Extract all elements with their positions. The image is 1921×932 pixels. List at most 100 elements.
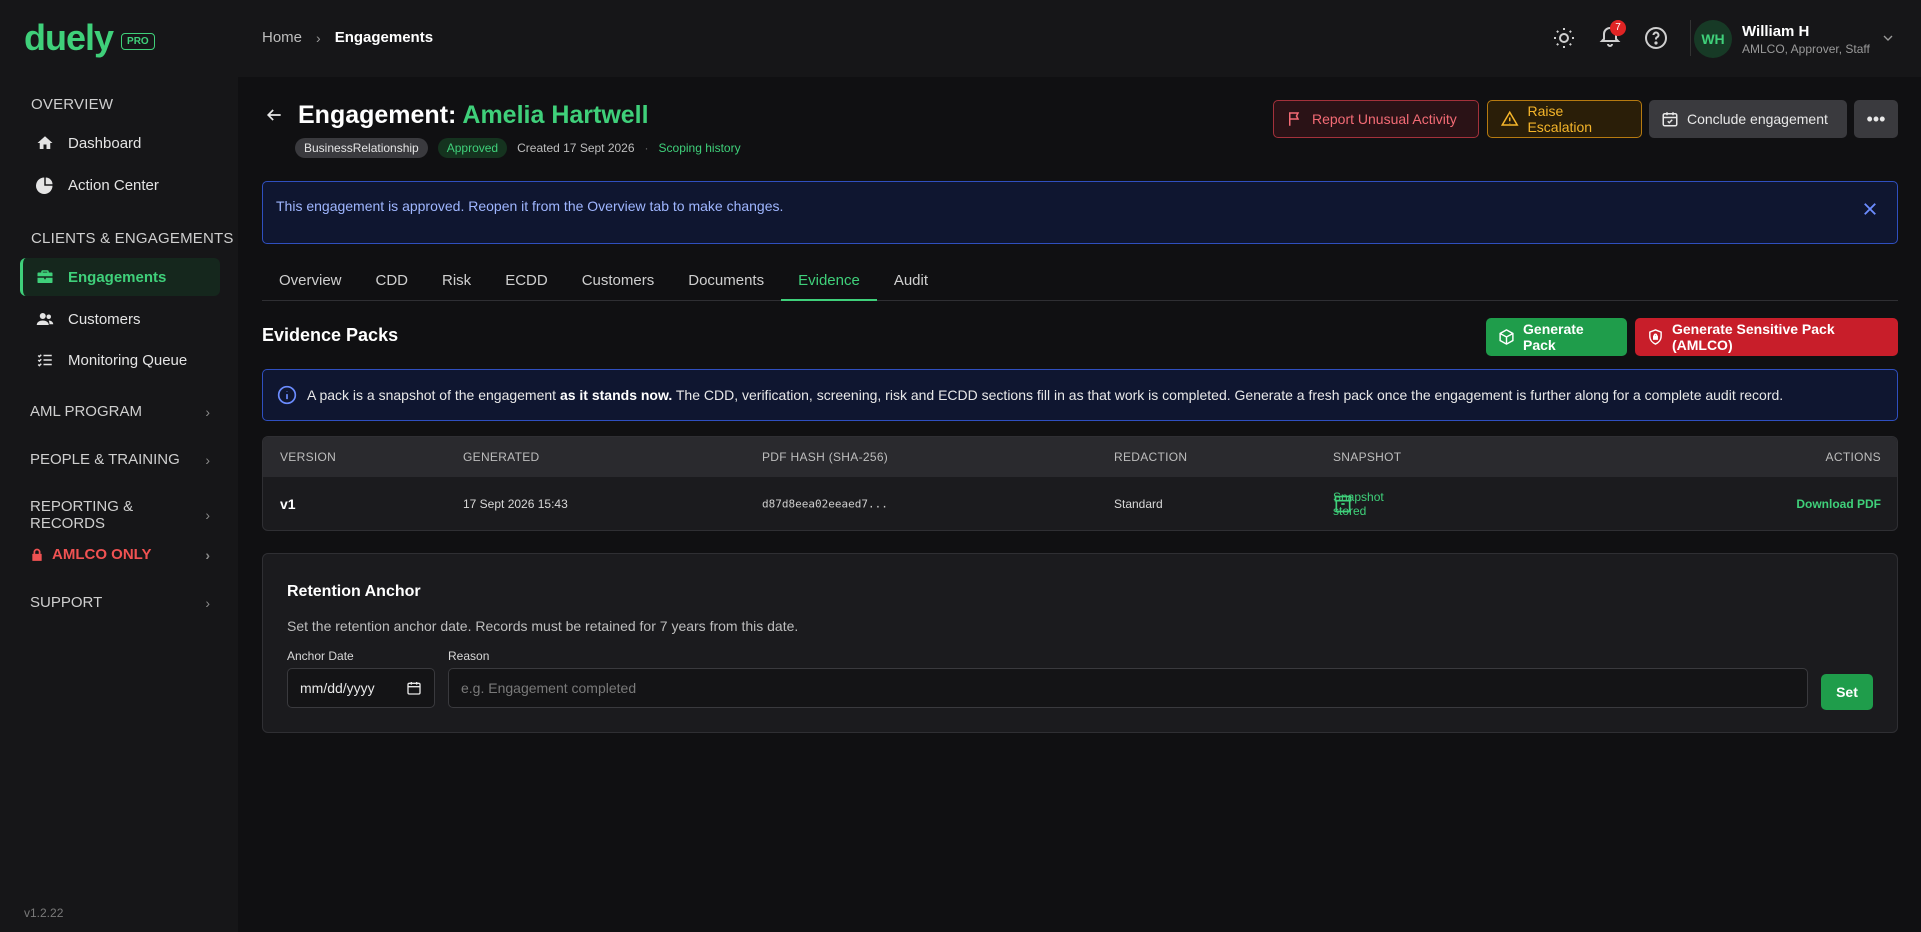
top-bar: Home › Engagements 7 WH William H AMLCO,… — [238, 0, 1921, 77]
tab-ecdd[interactable]: ECDD — [488, 266, 565, 301]
sidebar-item-monitoring-queue[interactable]: Monitoring Queue — [20, 341, 220, 379]
help-icon[interactable] — [1644, 26, 1668, 50]
sidebar-group-aml-program[interactable]: AML PROGRAM › — [30, 403, 210, 420]
title-prefix: Engagement: — [298, 101, 457, 129]
sidebar-group-reporting-records[interactable]: REPORTING & RECORDS › — [30, 498, 210, 532]
sidebar-item-label: Engagements — [68, 268, 167, 286]
list-check-icon — [37, 354, 52, 367]
approved-alert: This engagement is approved. Reopen it f… — [262, 181, 1898, 244]
sidebar-item-label: Action Center — [68, 176, 159, 194]
cell-generated: 17 Sept 2026 15:43 — [463, 497, 568, 511]
breadcrumb-current: Engagements — [334, 29, 434, 46]
chevron-down-icon[interactable] — [1880, 30, 1896, 46]
report-unusual-activity-button[interactable]: Report Unusual Activity — [1273, 100, 1479, 138]
sidebar-item-action-center[interactable]: Action Center — [20, 166, 220, 204]
anchor-date-label: Anchor Date — [287, 649, 354, 663]
brand-logo[interactable]: duely PRO — [24, 20, 155, 56]
more-actions-button[interactable]: ••• — [1854, 100, 1898, 138]
divider — [1690, 20, 1691, 56]
alert-text: This engagement is approved. Reopen it f… — [276, 198, 784, 214]
date-placeholder: mm/dd/yyyy — [300, 680, 375, 696]
avatar: WH — [1694, 20, 1732, 58]
snapshot-status: Snapshot stored — [1333, 490, 1384, 518]
sidebar-item-label: Dashboard — [68, 134, 142, 152]
breadcrumb-home[interactable]: Home — [262, 29, 302, 46]
notifications-button[interactable]: 7 — [1598, 19, 1626, 53]
group-label: AMLCO ONLY — [52, 546, 152, 563]
evidence-packs-table: VERSION GENERATED PDF HASH (SHA-256) RED… — [262, 436, 1898, 531]
sun-icon[interactable] — [1552, 26, 1576, 50]
sidebar-item-customers[interactable]: Customers — [20, 300, 220, 338]
generate-pack-button[interactable]: Generate Pack — [1486, 318, 1627, 356]
card-description: Set the retention anchor date. Records m… — [287, 618, 799, 634]
raise-escalation-button[interactable]: Raise Escalation — [1487, 100, 1642, 138]
flag-icon — [1289, 112, 1300, 126]
tab-audit[interactable]: Audit — [877, 266, 945, 301]
pro-badge: PRO — [121, 32, 155, 50]
section-heading-clients: CLIENTS & ENGAGEMENTS — [31, 230, 234, 247]
shield-lock-icon — [1649, 329, 1662, 345]
group-label: SUPPORT — [30, 594, 103, 611]
cell-hash: d87d8eea02eeaed7... — [762, 497, 888, 511]
generate-sensitive-pack-button[interactable]: Generate Sensitive Pack (AMLCO) — [1635, 318, 1898, 356]
chevron-right-icon: › — [205, 507, 210, 523]
app-version: v1.2.22 — [24, 906, 64, 920]
table-row: v1 17 Sept 2026 15:43 d87d8eea02eeaed7..… — [263, 477, 1897, 530]
tab-evidence[interactable]: Evidence — [781, 266, 877, 301]
sidebar-group-support[interactable]: SUPPORT › — [30, 594, 210, 611]
package-icon — [1499, 329, 1514, 345]
info-banner: A pack is a snapshot of the engagement a… — [262, 369, 1898, 421]
column-header: SNAPSHOT — [1333, 450, 1402, 464]
info-text-part: The CDD, verification, screening, risk a… — [672, 387, 1784, 403]
sidebar-group-amlco-only[interactable]: AMLCO ONLY › — [30, 546, 210, 563]
page-title: Engagement: Amelia Hartwell — [298, 101, 649, 130]
client-name: Amelia Hartwell — [462, 101, 649, 129]
tab-cdd[interactable]: CDD — [359, 266, 426, 301]
sidebar-item-dashboard[interactable]: Dashboard — [20, 124, 220, 162]
tab-documents[interactable]: Documents — [671, 266, 781, 301]
info-text-part: A pack is a snapshot of the engagement — [307, 387, 560, 403]
cell-version: v1 — [280, 496, 296, 512]
chevron-right-icon: › — [205, 546, 210, 563]
sidebar-item-label: Monitoring Queue — [68, 351, 188, 369]
main-content: Home › Engagements 7 WH William H AMLCO,… — [238, 0, 1921, 932]
scoping-history-link[interactable]: Scoping history — [659, 141, 741, 155]
group-label: PEOPLE & TRAINING — [30, 451, 180, 468]
tab-overview[interactable]: Overview — [262, 266, 359, 301]
download-pdf-link[interactable]: Download PDF — [1796, 497, 1881, 511]
engagement-tabs: Overview CDD Risk ECDD Customers Documen… — [262, 266, 1898, 301]
briefcase-icon — [37, 270, 53, 283]
retention-anchor-card: Retention Anchor Set the retention ancho… — [262, 553, 1898, 733]
type-tag: BusinessRelationship — [295, 138, 428, 158]
user-info: William H AMLCO, Approver, Staff — [1742, 23, 1870, 56]
user-roles: AMLCO, Approver, Staff — [1742, 41, 1870, 56]
user-name: William H — [1742, 22, 1810, 40]
tab-risk[interactable]: Risk — [425, 266, 488, 301]
logo-text: duely — [24, 17, 114, 58]
close-icon[interactable] — [1861, 200, 1879, 218]
chevron-right-icon: › — [205, 451, 210, 468]
sidebar-item-engagements[interactable]: Engagements — [20, 258, 220, 296]
back-arrow-icon[interactable] — [264, 105, 284, 125]
column-header: VERSION — [280, 450, 337, 464]
tab-customers[interactable]: Customers — [565, 266, 672, 301]
set-button[interactable]: Set — [1821, 674, 1873, 710]
section-title: Evidence Packs — [262, 325, 399, 345]
chevron-right-icon: › — [205, 594, 210, 611]
chevron-right-icon: › — [316, 29, 321, 46]
conclude-engagement-button[interactable]: Conclude engagement — [1649, 100, 1847, 138]
sidebar: duely PRO OVERVIEW Dashboard Action Cent… — [0, 0, 238, 932]
button-label: Report Unusual Activity — [1312, 111, 1457, 127]
reason-input[interactable] — [448, 668, 1808, 708]
cell-snapshot: Snapshot stored — [1333, 490, 1384, 518]
sidebar-group-people-training[interactable]: PEOPLE & TRAINING › — [30, 451, 210, 468]
calendar-icon[interactable] — [406, 680, 422, 696]
group-label-wrap: AMLCO ONLY — [30, 546, 151, 563]
info-icon — [277, 385, 297, 405]
anchor-date-input[interactable]: mm/dd/yyyy — [287, 668, 435, 708]
button-label: Generate Pack — [1523, 321, 1584, 353]
cell-redaction: Standard — [1114, 497, 1163, 511]
group-label: AML PROGRAM — [30, 403, 142, 420]
user-menu[interactable]: WH William H AMLCO, Approver, Staff — [1694, 20, 1870, 58]
column-header: PDF HASH (SHA-256) — [762, 450, 889, 464]
